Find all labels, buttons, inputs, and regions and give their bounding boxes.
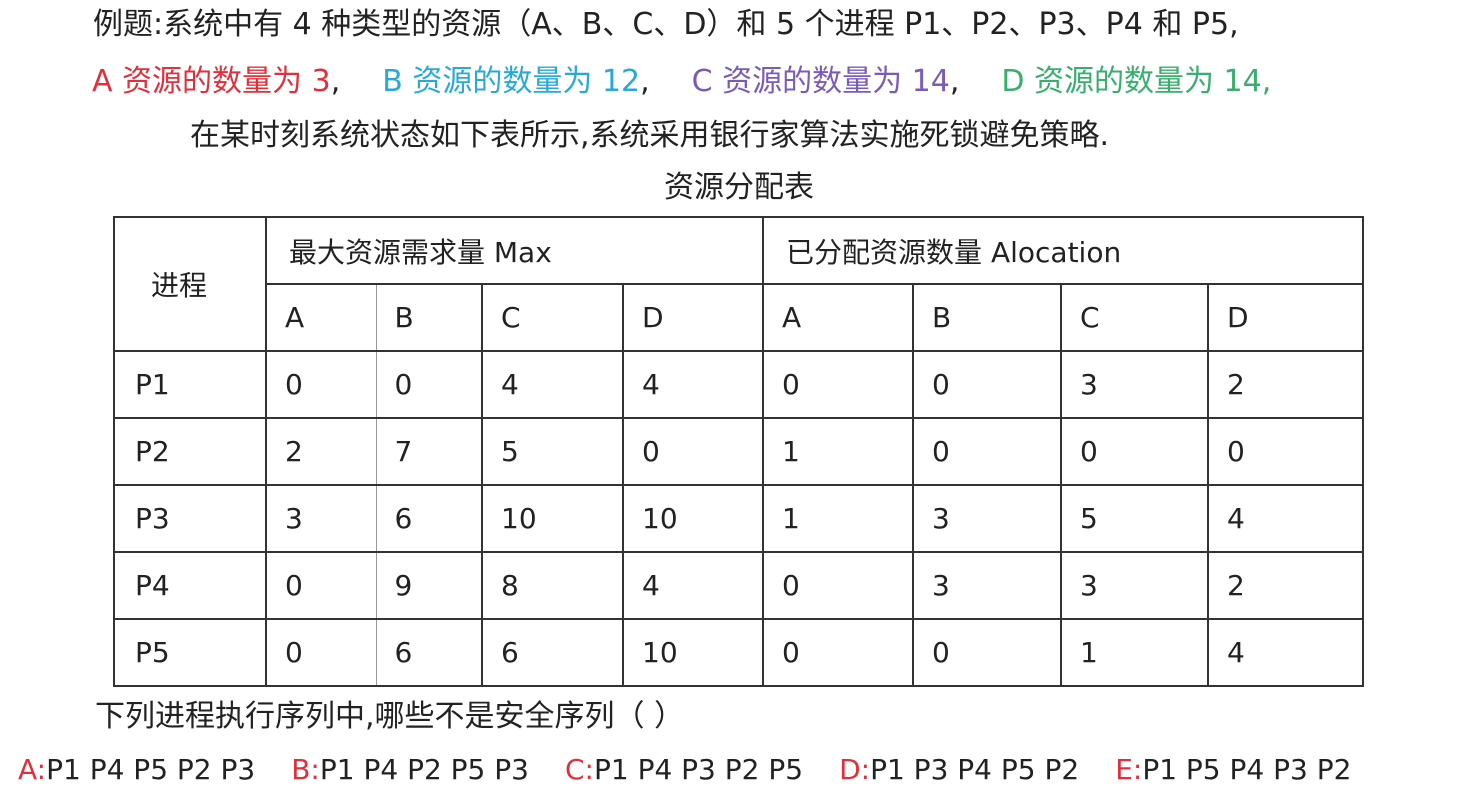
alloc-cell: 2 <box>1207 350 1365 419</box>
question-text: 下列进程执行序列中,哪些不是安全序列（ ） <box>95 699 685 734</box>
resource-b-sep: , <box>640 64 650 99</box>
max-resource-a-header: A <box>265 283 377 352</box>
option-letter: D: <box>839 753 871 786</box>
max-cell: 5 <box>481 417 624 486</box>
alloc-cell: 3 <box>912 484 1063 553</box>
resource-b-count: B 资源的数量为 12 <box>382 64 641 99</box>
table-row: P2 2 7 5 0 1 0 0 0 <box>113 417 1365 486</box>
alloc-cell: 0 <box>762 618 915 687</box>
table-header-row: 进程 最大资源需求量 Max 已分配资源数量 Alocation <box>113 216 1365 352</box>
option-letter: A: <box>18 753 47 786</box>
alloc-cell: 5 <box>1060 484 1210 553</box>
alloc-resource-d-header: D <box>1207 283 1365 352</box>
table-row: P3 3 6 10 10 1 3 5 4 <box>113 484 1365 553</box>
process-label: P1 <box>113 350 267 419</box>
intro-line: 例题:系统中有 4 种类型的资源（A、B、C、D）和 5 个进程 P1、P2、P… <box>93 7 1239 42</box>
max-cell: 10 <box>621 484 765 553</box>
max-cell: 4 <box>621 551 765 620</box>
table-title: 资源分配表 <box>664 170 814 205</box>
alloc-cell: 0 <box>1207 417 1365 486</box>
option-sequence: P1 P5 P4 P3 P2 <box>1142 753 1352 786</box>
alloc-cell: 3 <box>912 551 1063 620</box>
allocation-header: 已分配资源数量 Alocation <box>762 216 1365 285</box>
alloc-cell: 3 <box>1060 350 1210 419</box>
option-letter: E: <box>1115 753 1143 786</box>
max-cell: 8 <box>481 551 624 620</box>
max-cell: 0 <box>621 417 765 486</box>
max-cell: 2 <box>265 417 377 486</box>
option-a: A:P1 P4 P5 P2 P3 <box>18 753 255 786</box>
option-sequence: P1 P3 P4 P5 P2 <box>870 753 1080 786</box>
process-label: P4 <box>113 551 267 620</box>
max-cell: 6 <box>481 618 624 687</box>
alloc-cell: 4 <box>1207 484 1365 553</box>
max-header: 最大资源需求量 Max <box>264 216 765 285</box>
resource-allocation-table: 进程 最大资源需求量 Max 已分配资源数量 Alocation A B C D… <box>113 216 1365 687</box>
alloc-resource-b-header: B <box>912 283 1063 352</box>
option-sequence: P1 P4 P2 P5 P3 <box>319 753 529 786</box>
max-cell: 10 <box>621 618 765 687</box>
alloc-cell: 0 <box>912 417 1063 486</box>
table-row: P1 0 0 4 4 0 0 3 2 <box>113 350 1365 419</box>
process-header: 进程 <box>113 216 267 352</box>
alloc-cell: 3 <box>1060 551 1210 620</box>
table-row: P4 0 9 8 4 0 3 3 2 <box>113 551 1365 620</box>
max-resource-c-header: C <box>481 283 624 352</box>
max-cell: 4 <box>621 350 765 419</box>
option-letter: C: <box>564 753 594 786</box>
alloc-cell: 0 <box>912 350 1063 419</box>
option-e: E:P1 P5 P4 P3 P2 <box>1115 753 1351 786</box>
process-label: P2 <box>113 417 267 486</box>
option-sequence: P1 P4 P3 P2 P5 <box>593 753 804 786</box>
max-cell: 3 <box>265 484 377 553</box>
process-label: P3 <box>113 484 267 553</box>
max-cell: 0 <box>265 618 377 687</box>
resource-counts-line: A 资源的数量为 3, B 资源的数量为 12, C 资源的数量为 14, D 资源的… <box>92 62 1271 102</box>
resource-d-sep: , <box>1261 64 1272 99</box>
max-cell: 6 <box>375 618 483 687</box>
max-cell: 6 <box>375 484 483 553</box>
table-row: P5 0 6 6 10 0 0 1 4 <box>113 618 1365 687</box>
max-cell: 4 <box>481 350 624 419</box>
option-b: B:P1 P4 P2 P5 P3 <box>291 753 529 786</box>
alloc-cell: 0 <box>912 618 1063 687</box>
option-d: D:P1 P3 P4 P5 P2 <box>839 753 1079 786</box>
alloc-resource-a-header: A <box>762 283 915 352</box>
max-cell: 0 <box>265 551 377 620</box>
alloc-cell: 0 <box>762 350 915 419</box>
resource-a-count: A 资源的数量为 3 <box>92 64 331 99</box>
max-cell: 10 <box>481 484 624 553</box>
resource-c-sep: , <box>949 64 960 99</box>
process-label: P5 <box>113 618 267 687</box>
max-resource-b-header: B <box>375 283 483 352</box>
alloc-cell: 0 <box>1060 417 1210 486</box>
resource-d-count: D 资源的数量为 14 <box>1001 64 1262 99</box>
resource-header-row: A B C D A B C D <box>114 283 1365 352</box>
system-state-line: 在某时刻系统状态如下表所示,系统采用银行家算法实施死锁避免策略. <box>190 118 1110 153</box>
alloc-resource-c-header: C <box>1060 283 1210 352</box>
alloc-cell: 1 <box>762 484 915 553</box>
option-sequence: P1 P4 P5 P2 P3 <box>46 753 256 786</box>
answer-options: A:P1 P4 P5 P2 P3 B:P1 P4 P2 P5 P3 C:P1 P4 … <box>18 750 1351 790</box>
option-c: C:P1 P4 P3 P2 P5 <box>565 753 803 786</box>
max-cell: 0 <box>265 350 377 419</box>
max-cell: 0 <box>375 350 483 419</box>
resource-c-count: C 资源的数量为 14 <box>691 64 950 99</box>
max-resource-d-header: D <box>621 283 765 352</box>
option-letter: B: <box>291 753 320 786</box>
alloc-cell: 2 <box>1207 551 1365 620</box>
alloc-cell: 0 <box>762 551 915 620</box>
alloc-cell: 1 <box>762 417 915 486</box>
alloc-cell: 1 <box>1060 618 1210 687</box>
max-cell: 9 <box>375 551 483 620</box>
alloc-cell: 4 <box>1207 618 1365 687</box>
max-cell: 7 <box>375 417 483 486</box>
resource-a-sep: , <box>330 64 341 99</box>
